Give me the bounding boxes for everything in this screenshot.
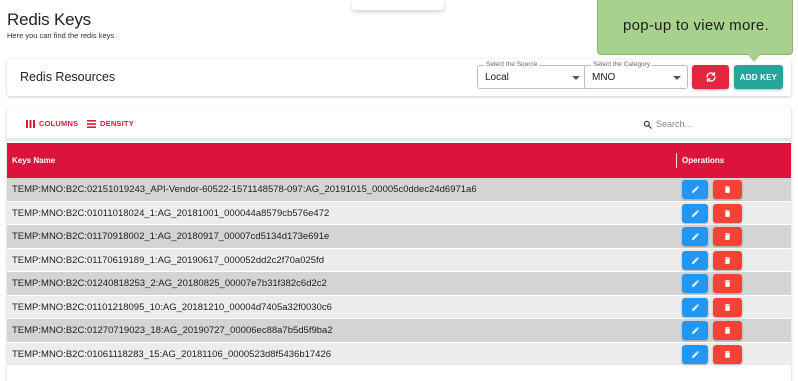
edit-button[interactable]	[682, 180, 708, 199]
edit-button[interactable]	[682, 344, 708, 364]
delete-button[interactable]	[713, 180, 742, 199]
add-key-button[interactable]: ADD KEY	[734, 65, 783, 89]
edit-button[interactable]	[682, 274, 708, 293]
page-header: Redis Keys Here you can find the redis k…	[7, 10, 114, 40]
table-row[interactable]: TEMP:MNO:B2C:02151019243_API-Vendor-6052…	[7, 178, 791, 202]
pencil-icon	[691, 233, 699, 240]
trash-icon	[724, 209, 731, 217]
column-header-keys-name[interactable]: Keys Name	[12, 156, 55, 165]
table-row[interactable]: TEMP:MNO:B2C:01101218095_10:AG_20181210_…	[7, 295, 791, 319]
column-header-operations[interactable]: Operations	[682, 156, 724, 165]
chevron-down-icon	[673, 76, 681, 80]
table-row[interactable]: TEMP:MNO:B2C:01061118283_15:AG_20181106_…	[7, 342, 791, 366]
key-name-cell: TEMP:MNO:B2C:01170619189_1:AG_20190617_0…	[12, 254, 324, 266]
delete-button[interactable]	[713, 250, 742, 270]
pencil-icon	[691, 209, 699, 217]
page-title: Redis Keys	[7, 10, 91, 29]
density-icon	[87, 119, 96, 128]
search-icon	[643, 120, 652, 129]
toolbar-divider	[7, 138, 791, 141]
table-toolbar: COLUMNS DENSITY	[7, 107, 791, 139]
delete-button[interactable]	[713, 274, 742, 293]
edit-button[interactable]	[682, 321, 708, 340]
column-separator	[676, 153, 677, 168]
search-box	[643, 117, 783, 131]
top-tab-edge	[352, 0, 444, 10]
search-input[interactable]	[656, 119, 776, 129]
columns-button[interactable]: COLUMNS	[26, 119, 78, 128]
source-select-label: Select the Source	[484, 61, 540, 69]
page-subtitle: Here you can find the redis keys	[7, 31, 115, 40]
refresh-button[interactable]	[692, 65, 729, 89]
columns-icon	[26, 119, 35, 128]
pencil-icon	[691, 256, 699, 264]
edit-button[interactable]	[682, 203, 708, 223]
callout-box: pop-up to view more.	[597, 0, 793, 55]
callout-pointer	[747, 54, 761, 62]
category-select[interactable]: Select the Category MNO	[584, 61, 688, 89]
source-select[interactable]: Select the Source Local	[477, 61, 587, 89]
source-select-value: Local	[485, 72, 509, 83]
refresh-icon	[705, 71, 716, 83]
pencil-icon	[691, 303, 699, 311]
resources-title: Redis Resources	[20, 70, 116, 84]
table-row[interactable]: TEMP:MNO:B2C:01011018024_1:AG_20181001_0…	[7, 201, 791, 225]
resources-card: Redis Resources Select the Source Local …	[7, 59, 791, 96]
annotation-callout: pop-up to view more.	[597, 0, 793, 62]
callout-text: pop-up to view more.	[622, 17, 770, 34]
delete-button[interactable]	[713, 227, 742, 246]
keys-table-card: COLUMNS DENSITY Keys Name Operations	[7, 107, 791, 381]
table-row[interactable]: TEMP:MNO:B2C:01170619189_1:AG_20190617_0…	[7, 248, 791, 272]
trash-icon	[724, 350, 731, 358]
table-row[interactable]: TEMP:MNO:B2C:01240818253_2:AG_20180825_0…	[7, 272, 791, 296]
key-name-cell: TEMP:MNO:B2C:01061118283_15:AG_20181106_…	[12, 348, 332, 360]
trash-icon	[724, 186, 731, 193]
trash-icon	[724, 280, 731, 287]
key-name-cell: TEMP:MNO:B2C:01270719023_18:AG_20190727_…	[12, 325, 333, 336]
delete-button[interactable]	[713, 203, 742, 223]
edit-button[interactable]	[682, 227, 708, 246]
pencil-icon	[691, 327, 699, 334]
category-select-value: MNO	[592, 72, 616, 83]
trash-icon	[724, 327, 731, 334]
table-row[interactable]: TEMP:MNO:B2C:01270719023_18:AG_20190727_…	[7, 319, 791, 343]
trash-icon	[724, 303, 731, 311]
key-name-cell: TEMP:MNO:B2C:01101218095_10:AG_20181210_…	[12, 301, 332, 313]
trash-icon	[724, 233, 731, 240]
delete-button[interactable]	[713, 297, 742, 317]
pencil-icon	[691, 186, 699, 193]
key-name-cell: TEMP:MNO:B2C:01170918002_1:AG_20180917_0…	[12, 231, 330, 242]
columns-label: COLUMNS	[39, 119, 79, 128]
edit-button[interactable]	[682, 250, 708, 270]
key-name-cell: TEMP:MNO:B2C:01011018024_1:AG_20181001_0…	[12, 207, 330, 219]
density-label: DENSITY	[100, 119, 134, 128]
table-header: Keys Name Operations	[7, 143, 791, 178]
density-button[interactable]: DENSITY	[87, 119, 134, 128]
table-body: TEMP:MNO:B2C:02151019243_API-Vendor-6052…	[7, 178, 791, 366]
delete-button[interactable]	[713, 321, 742, 340]
category-select-label: Select the Category	[591, 61, 653, 69]
table-row[interactable]: TEMP:MNO:B2C:01170918002_1:AG_20180917_0…	[7, 225, 791, 249]
pencil-icon	[691, 280, 699, 287]
pencil-icon	[691, 350, 699, 358]
delete-button[interactable]	[713, 344, 742, 364]
edit-button[interactable]	[682, 297, 708, 317]
chevron-down-icon	[572, 76, 580, 80]
trash-icon	[724, 256, 731, 264]
key-name-cell: TEMP:MNO:B2C:02151019243_API-Vendor-6052…	[12, 184, 477, 195]
key-name-cell: TEMP:MNO:B2C:01240818253_2:AG_20180825_0…	[12, 278, 327, 289]
